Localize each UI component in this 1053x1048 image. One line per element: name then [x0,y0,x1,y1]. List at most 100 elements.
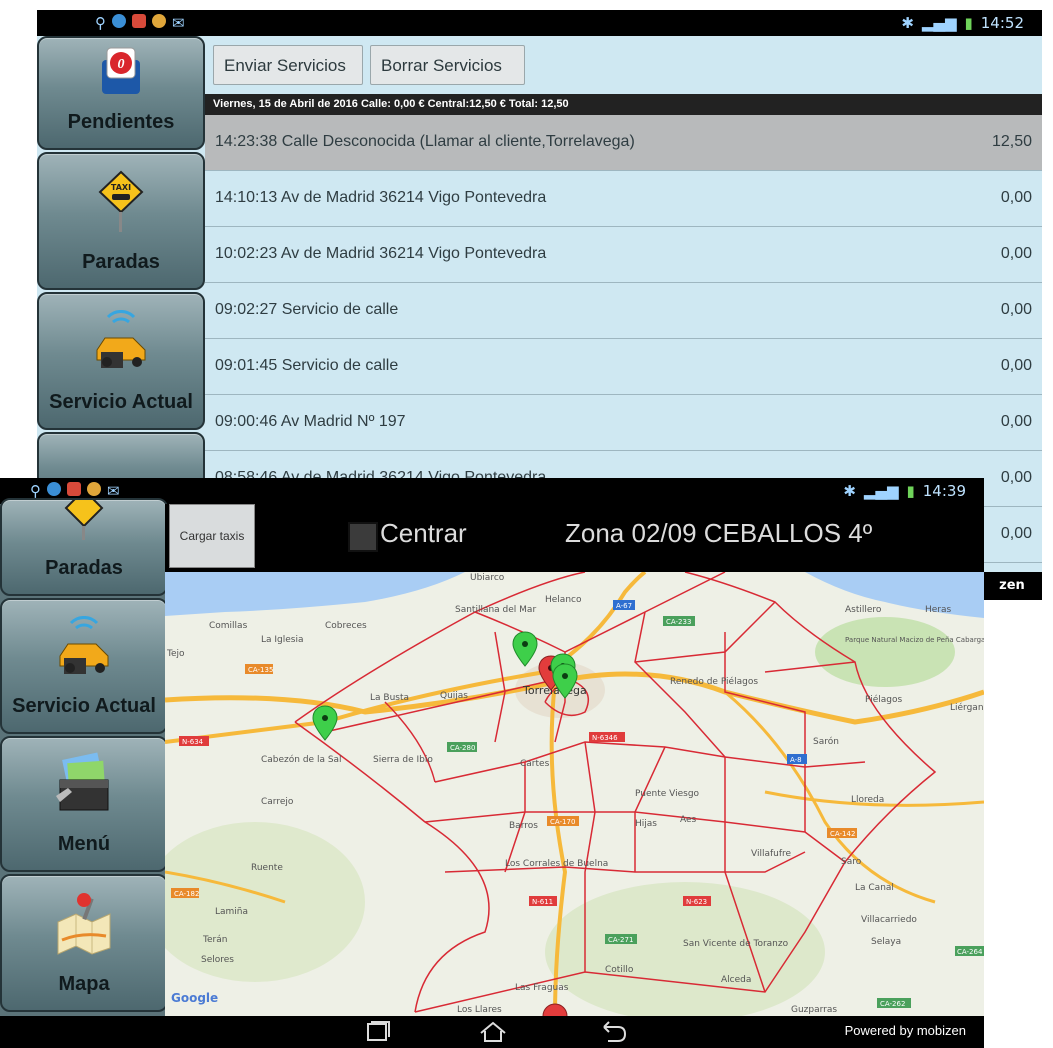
service-text: 09:00:46 Av Madrid Nº 197 [215,413,406,430]
zone-label: Zona 02/09 CEBALLOS 4º [565,518,873,548]
map-label: Barros [509,821,538,831]
toolbar: Enviar Servicios Borrar Servicios [205,36,1042,94]
taxi-marker-green[interactable] [512,631,538,667]
map-label: Alceda [721,975,751,985]
road-label: A-8 [790,756,802,764]
nav-label: Paradas [82,251,160,273]
pendientes-icon: 0 [102,47,140,94]
android-nav-bar: Powered by mobizen [0,1016,984,1048]
map-label: Villacarriedo [861,915,917,925]
nav-pendientes-button[interactable]: 0 Pendientes [37,36,205,150]
clock: 14:52 [980,14,1024,32]
system-icons: ✱ ▂▄▆ ▮ 14:39 [843,482,966,500]
map-label: Renedo de Piélagos [670,676,758,687]
taxi-marker-red[interactable] [542,1003,568,1016]
map-label: Liérganes [950,702,984,713]
signal-icon: ▂▄▆ [921,14,957,32]
app-icon [152,14,166,28]
map-label: Aes [680,815,697,825]
app-icon [47,482,61,496]
road-label: CA-142 [830,830,855,838]
map-label: Ruente [251,863,283,873]
service-amount: 0,00 [1000,245,1032,262]
powered-by-label: Powered by mobizen [844,1023,966,1038]
map-label: Sierra de Ibio [373,755,433,765]
list-item[interactable]: 09:01:45 Servicio de calle 0,00 [205,339,1042,395]
mail-icon: ✉ [172,14,185,32]
map-label: Hijas [635,819,657,829]
list-item[interactable]: 14:23:38 Calle Desconocida (Llamar al cl… [205,115,1042,171]
road-label: CA-233 [666,618,691,626]
map-label: Carrejo [261,797,294,807]
map-view[interactable]: Ubiarco Santillana del Mar Helanco Comil… [165,572,984,1016]
road-label: CA-271 [608,936,633,944]
bluetooth-icon: ✱ [901,14,914,32]
map-label: Helanco [545,595,582,605]
road-label: CA-135 [248,666,273,674]
map-label: Tejo [166,649,185,659]
road-label: CA-170 [550,818,575,826]
clock: 14:39 [922,482,966,500]
taxi-marker-green[interactable] [312,705,338,741]
load-taxis-button[interactable]: Cargar taxis [169,504,255,568]
home-icon[interactable] [478,1021,508,1043]
nav-paradas-button[interactable]: Paradas [0,498,168,596]
recent-apps-icon[interactable] [362,1021,392,1043]
map-label: Quijas [440,691,468,701]
road-label: N-634 [182,738,204,746]
nav-servicio-actual-button[interactable]: Servicio Actual [37,292,205,430]
service-text: 09:02:27 Servicio de calle [215,301,399,318]
status-bar: ⚲ ✉ ✱ ▂▄▆ ▮ 14:52 [37,10,1042,36]
map-label: Cobreces [325,621,367,631]
map-canvas: Ubiarco Santillana del Mar Helanco Comil… [165,572,984,1016]
nav-menu-button[interactable]: Menú [0,736,168,872]
list-item[interactable]: 14:10:13 Av de Madrid 36214 Vigo Ponteve… [205,171,1042,227]
map-label: Puente Viesgo [635,789,700,799]
notification-icons: ⚲ ✉ [95,14,185,32]
map-label: Los Llares [457,1005,502,1015]
list-item[interactable]: 09:00:46 Av Madrid Nº 197 0,00 [205,395,1042,451]
svg-text:0: 0 [118,57,125,72]
service-text: 14:23:38 Calle Desconocida (Llamar al cl… [215,133,635,150]
map-label: Selores [201,955,234,965]
taxi-stop-icon [64,500,104,540]
svg-text:TAXI: TAXI [111,183,131,192]
road-label: CA-182 [174,890,199,898]
list-item[interactable]: 10:02:23 Av de Madrid 36214 Vigo Ponteve… [205,227,1042,283]
app-icon [87,482,101,496]
map-label: Saro [841,857,862,867]
nav-label: Pendientes [67,111,175,133]
center-checkbox[interactable] [348,522,378,552]
nav-mapa-button[interactable]: Mapa [0,874,168,1012]
map-label: Sarón [813,736,839,747]
map-label: La Canal [855,883,894,893]
nav-label: Mapa [58,973,110,995]
map-label: Piélagos [865,694,903,705]
map-label: La Busta [370,693,409,703]
road-label: N-6346 [592,734,618,742]
list-item[interactable]: 09:02:27 Servicio de calle 0,00 [205,283,1042,339]
delete-services-button[interactable]: Borrar Servicios [370,45,525,85]
service-text: 14:10:13 Av de Madrid 36214 Vigo Ponteve… [215,189,547,206]
map-screen: ⚲ ✉ ✱ ▂▄▆ ▮ 14:39 Paradas Servicio Actua… [0,478,984,1048]
mobizen-watermark: zen [982,572,1042,600]
service-amount: 0,00 [1000,525,1032,542]
map-label: Guzparras [791,1005,837,1015]
service-amount: 0,00 [1000,301,1032,318]
map-label: Los Corrales de Buelna [505,859,608,869]
summary-bar: Viernes, 15 de Abril de 2016 Calle: 0,00… [205,94,1042,115]
send-services-button[interactable]: Enviar Servicios [213,45,363,85]
road-label: CA-280 [450,744,475,752]
back-icon[interactable] [598,1021,628,1043]
map-label: San Vicente de Toranzo [683,939,789,949]
nav-label: Servicio Actual [49,391,193,413]
center-label: Centrar [380,518,467,548]
map-label: Lloreda [851,795,884,805]
map-toolbar: Cargar taxis Centrar Zona 02/09 CEBALLOS… [165,504,984,572]
app-icon [67,482,81,496]
nav-paradas-button[interactable]: TAXI Paradas [37,152,205,290]
map-label: Parque Natural Macizo de Peña Cabarga [845,636,984,644]
service-amount: 0,00 [1000,357,1032,374]
map-label: Cotillo [605,965,634,975]
nav-servicio-actual-button[interactable]: Servicio Actual [0,598,168,734]
